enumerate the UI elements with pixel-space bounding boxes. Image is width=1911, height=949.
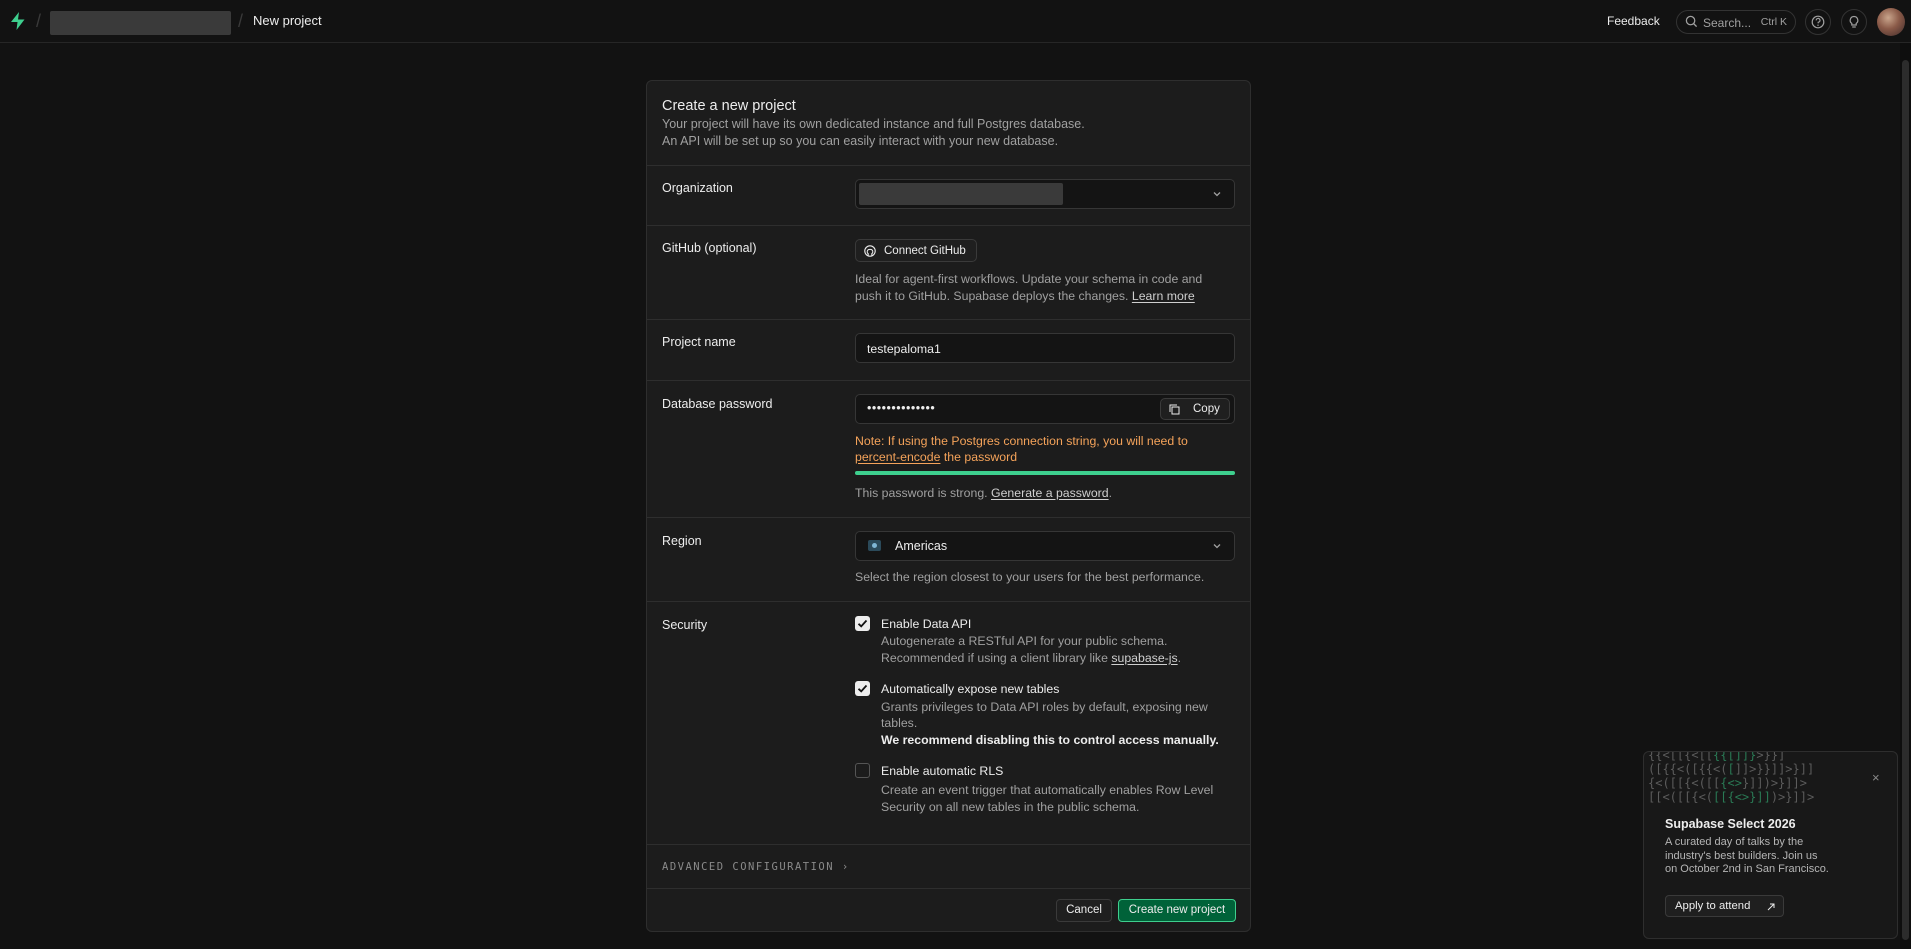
generate-password-link[interactable]: Generate a password: [991, 486, 1109, 500]
close-icon[interactable]: ×: [1872, 770, 1880, 785]
search-placeholder: Search...: [1703, 16, 1752, 30]
checkmark-icon: [857, 619, 868, 628]
copy-label: Copy: [1193, 403, 1220, 415]
region-select[interactable]: Americas: [855, 531, 1235, 561]
learn-more-link[interactable]: Learn more: [1132, 289, 1195, 303]
database-password-input[interactable]: •••••••••••••• Copy: [855, 394, 1235, 424]
apply-to-attend-label: Apply to attend: [1675, 900, 1751, 912]
chevron-right-icon: ›: [841, 861, 850, 873]
form-description: An API will be set up so you can easily …: [662, 134, 1059, 148]
password-strength-bar: [855, 471, 1235, 475]
lightbulb-icon: [1849, 15, 1859, 28]
whats-new-button[interactable]: [1841, 9, 1867, 35]
promo-card: {{<[[{<[[{{[]]}>}}] ([{{<([{{<([]]>}}]]>…: [1643, 751, 1898, 939]
connect-github-label: Connect GitHub: [884, 245, 966, 257]
enable-data-api-desc: Autogenerate a RESTful API for your publ…: [881, 634, 1168, 648]
supabase-js-link[interactable]: supabase-js: [1111, 651, 1177, 665]
enable-automatic-rls-label: Enable automatic RLS: [881, 764, 1004, 778]
breadcrumb-separator: /: [238, 11, 244, 31]
copy-icon: [1169, 404, 1180, 415]
enable-data-api-desc: Recommended if using a client library li…: [881, 651, 1182, 665]
help-icon: [1811, 15, 1825, 29]
enable-automatic-rls-desc: Security on all new tables in the public…: [881, 800, 1140, 814]
github-help: Ideal for agent-first workflows. Update …: [855, 272, 1203, 286]
organization-value: [859, 183, 1063, 205]
form-description: Your project will have its own dedicated…: [662, 117, 1085, 131]
expose-new-tables-checkbox[interactable]: [855, 681, 870, 696]
database-password-value: ••••••••••••••: [867, 401, 936, 415]
create-project-form: Create a new project Your project will h…: [646, 80, 1251, 932]
form-header: Create a new project Your project will h…: [647, 81, 1250, 166]
expose-new-tables-warning: We recommend disabling this to control a…: [881, 733, 1219, 747]
github-section: GitHub (optional) Connect GitHub Ideal f…: [647, 225, 1250, 320]
github-icon: [864, 245, 876, 257]
feedback-button[interactable]: Feedback: [1607, 14, 1660, 28]
breadcrumb-page: New project: [253, 13, 322, 28]
enable-data-api-checkbox[interactable]: [855, 616, 870, 631]
github-help: push it to GitHub. Supabase deploys the …: [855, 289, 1195, 303]
region-flag-icon: [868, 540, 881, 551]
region-help: Select the region closest to your users …: [855, 570, 1205, 584]
project-name-section: Project name testepaloma1: [647, 319, 1250, 381]
region-section: Region Americas Select the region closes…: [647, 517, 1250, 602]
create-project-button[interactable]: Create new project: [1118, 899, 1236, 922]
supabase-logo-icon[interactable]: [8, 11, 28, 31]
percent-encode-link[interactable]: percent-encode: [855, 450, 940, 464]
security-label: Security: [662, 618, 708, 632]
security-section: Security Enable Data API Autogenerate a …: [647, 601, 1250, 845]
help-button[interactable]: [1805, 9, 1831, 35]
external-link-icon: [1767, 903, 1775, 911]
promo-description: A curated day of talks by the industry's…: [1665, 836, 1829, 875]
project-name-label: Project name: [662, 335, 736, 349]
project-name-value: testepaloma1: [867, 342, 941, 356]
advanced-configuration-toggle[interactable]: ADVANCED CONFIGURATION ›: [662, 861, 850, 873]
user-avatar[interactable]: [1877, 8, 1905, 36]
expose-new-tables-desc: Grants privileges to Data API roles by d…: [881, 700, 1208, 714]
top-bar: / / New project Feedback Search... Ctrl …: [0, 0, 1911, 43]
password-note: Note: If using the Postgres connection s…: [855, 434, 1188, 448]
enable-data-api-label: Enable Data API: [881, 617, 972, 631]
region-label: Region: [662, 534, 702, 548]
checkmark-icon: [857, 684, 868, 693]
search-icon: [1685, 15, 1698, 28]
expose-new-tables-label: Automatically expose new tables: [881, 682, 1060, 696]
organization-label: Organization: [662, 181, 733, 195]
enable-automatic-rls-desc: Create an event trigger that automatical…: [881, 783, 1214, 797]
password-strength-track: [855, 471, 1235, 475]
apply-to-attend-button[interactable]: Apply to attend: [1665, 895, 1784, 917]
organization-section: Organization: [647, 165, 1250, 226]
database-password-section: Database password •••••••••••••• Copy No…: [647, 380, 1250, 518]
expose-new-tables-desc: tables.: [881, 716, 918, 730]
region-value: Americas: [895, 539, 948, 553]
github-label: GitHub (optional): [662, 241, 757, 255]
password-strength-text: This password is strong. Generate a pass…: [855, 486, 1113, 500]
cancel-button[interactable]: Cancel: [1056, 899, 1112, 922]
form-title: Create a new project: [662, 98, 796, 114]
promo-title: Supabase Select 2026: [1665, 817, 1796, 831]
chevron-down-icon: [1213, 192, 1221, 197]
search-button[interactable]: Search... Ctrl K: [1676, 10, 1796, 34]
database-password-label: Database password: [662, 397, 773, 411]
search-shortcut: Ctrl K: [1760, 16, 1787, 28]
scrollbar-thumb[interactable]: [1902, 60, 1909, 940]
promo-pattern: {{<[[{<[[{{[]]}>}}] ([{{<([{{<([]]>}}]]>…: [1648, 751, 1815, 804]
breadcrumb-separator: /: [36, 11, 42, 31]
connect-github-button[interactable]: Connect GitHub: [855, 239, 977, 262]
password-note: percent-encode the password: [855, 450, 1018, 464]
enable-automatic-rls-checkbox[interactable]: [855, 763, 870, 778]
organization-select[interactable]: [855, 179, 1235, 209]
org-switcher[interactable]: [50, 11, 231, 35]
project-name-input[interactable]: testepaloma1: [855, 333, 1235, 363]
copy-password-button[interactable]: Copy: [1160, 398, 1230, 420]
chevron-down-icon: [1213, 544, 1221, 549]
